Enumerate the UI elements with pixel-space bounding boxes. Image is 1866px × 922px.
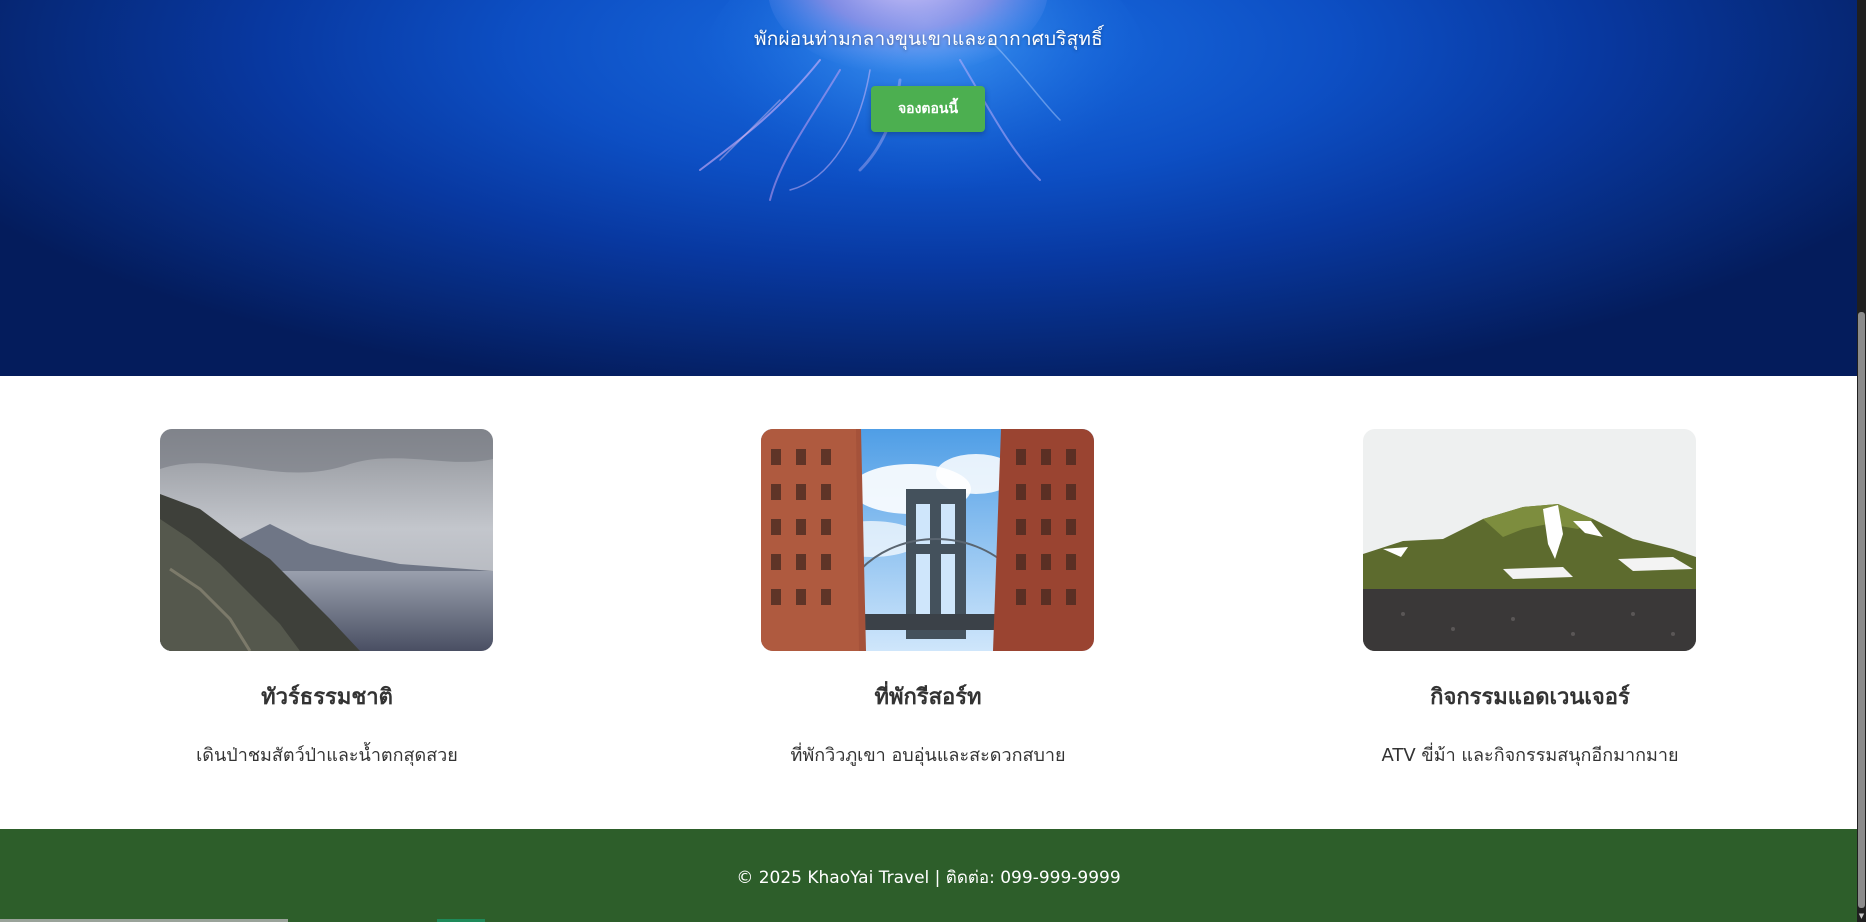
- vertical-scrollbar[interactable]: ▼: [1857, 0, 1866, 922]
- feature-description: เดินป่าชมสัตว์ป่าและน้ำตกสุดสวย: [196, 745, 458, 766]
- feature-title: ที่พักรีสอร์ท: [874, 685, 982, 710]
- feature-card-nature-tour: ทัวร์ธรรมชาติ เดินป่าชมสัตว์ป่าและน้ำตกส…: [160, 429, 494, 769]
- feature-card-adventure: กิจกรรมแอดเวนเจอร์ ATV ขี่ม้า และกิจกรรม…: [1363, 429, 1697, 769]
- footer-copyright: © 2025 KhaoYai Travel | ติดต่อ: 099-999-…: [736, 868, 1121, 888]
- scrollbar-thumb[interactable]: [1858, 312, 1865, 908]
- nature-tour-image: [160, 429, 493, 651]
- hero-banner: พักผ่อนท่ามกลางขุนเขาและอากาศบริสุทธิ์ จ…: [0, 0, 1857, 376]
- jellyfish-background-image: [695, 0, 1155, 260]
- feature-title: กิจกรรมแอดเวนเจอร์: [1430, 685, 1630, 710]
- feature-title: ทัวร์ธรรมชาติ: [261, 685, 393, 710]
- feature-card-resort: ที่พักรีสอร์ท ที่พักวิวภูเขา อบอุ่นและสะ…: [761, 429, 1095, 769]
- hero-subtitle: พักผ่อนท่ามกลางขุนเขาและอากาศบริสุทธิ์: [754, 28, 1103, 50]
- book-now-button[interactable]: จองตอนนี้: [871, 86, 985, 132]
- adventure-image: [1363, 429, 1696, 651]
- scroll-down-arrow-icon[interactable]: ▼: [1858, 912, 1865, 920]
- features-section: ทัวร์ธรรมชาติ เดินป่าชมสัตว์ป่าและน้ำตกส…: [0, 376, 1857, 829]
- page: พักผ่อนท่ามกลางขุนเขาและอากาศบริสุทธิ์ จ…: [0, 0, 1857, 922]
- feature-description: ที่พักวิวภูเขา อบอุ่นและสะดวกสบาย: [790, 745, 1066, 766]
- footer: © 2025 KhaoYai Travel | ติดต่อ: 099-999-…: [0, 829, 1857, 922]
- feature-description: ATV ขี่ม้า และกิจกรรมสนุกอีกมากมาย: [1381, 745, 1679, 766]
- resort-image: [761, 429, 1094, 651]
